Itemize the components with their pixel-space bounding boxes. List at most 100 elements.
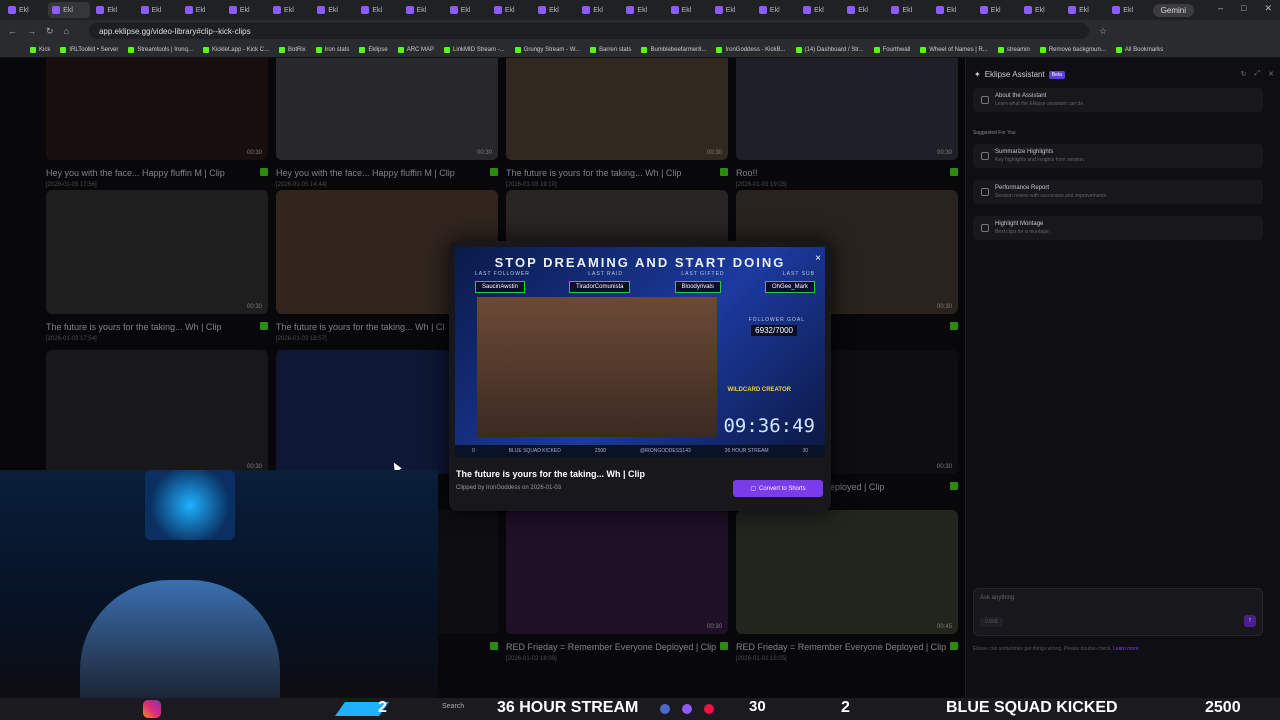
browser-tab[interactable]: Ekl <box>667 2 709 18</box>
bookmark-item[interactable]: IronGoddess - KickB... <box>716 46 786 53</box>
forward-icon[interactable]: → <box>27 26 36 36</box>
bookmark-item[interactable]: streamin <box>997 46 1030 53</box>
gemini-button[interactable]: Gemini <box>1152 3 1194 17</box>
eklipse-icon <box>228 6 237 14</box>
highlight-montage-item[interactable]: Highlight Montage Best clips for a montag… <box>973 216 1263 240</box>
browser-tab[interactable]: Ekl <box>799 2 841 18</box>
bookmark-item[interactable]: (14) Dashboard / Str... <box>795 46 864 53</box>
stream-overlay-bar: 2 Search 36 HOUR STREAM 30 2 BLUE SQUAD … <box>0 698 1280 720</box>
browser-tab[interactable]: Ekl <box>402 2 444 18</box>
bookmark-favicon-icon <box>920 46 927 53</box>
hour-stream-label: 36 HOUR STREAM <box>497 699 639 716</box>
bookmark-favicon-icon <box>278 46 285 53</box>
bookmark-item[interactable]: Grungy Stream - W... <box>514 46 580 53</box>
bookmark-item[interactable]: Fourthwall <box>873 46 910 53</box>
bookmark-favicon-icon <box>997 46 1004 53</box>
bookmark-item[interactable]: Bumblebeefarmer8... <box>641 46 706 53</box>
browser-tab[interactable]: Ekl <box>755 2 797 18</box>
bookmark-item[interactable]: Kick <box>30 46 50 53</box>
home-icon[interactable]: ⌂ <box>64 26 69 36</box>
minimize-icon[interactable]: – <box>1218 3 1223 14</box>
learn-more-link[interactable]: Learn more <box>1113 646 1139 652</box>
performance-report-item[interactable]: Performance Report Session review with su… <box>973 180 1263 204</box>
chrome-icon[interactable] <box>704 704 714 714</box>
close-window-icon[interactable]: ✕ <box>1264 3 1272 14</box>
taskbar-search[interactable]: Search <box>442 703 464 710</box>
webcam-frame <box>477 297 717 437</box>
browser-tab[interactable]: Ekl <box>4 2 46 18</box>
instagram-icon <box>143 700 161 718</box>
bookmark-item[interactable]: Eklipse <box>359 46 388 53</box>
browser-tab[interactable]: Ekl <box>269 2 311 18</box>
follower-goal-label: FOLLOWER GOAL <box>748 317 805 323</box>
browser-tab[interactable]: Ekl <box>711 2 753 18</box>
url-field[interactable]: app.eklipse.gg/video-library#clip--kick-… <box>88 23 1089 39</box>
disclaimer: Eklove can sometimes get things wrong. P… <box>973 646 1139 652</box>
about-assistant-item[interactable]: About the Assistant Learn what the Eklips… <box>973 88 1263 112</box>
model-selector[interactable]: 0.00$ <box>980 617 1003 627</box>
browser-tab[interactable]: Ekl <box>887 2 929 18</box>
browser-tab[interactable]: Ekl <box>313 2 355 18</box>
bookmark-item[interactable]: Barren stats <box>590 46 631 53</box>
browser-tab[interactable]: Ekl <box>976 2 1018 18</box>
convert-to-shorts-button[interactable]: ▢ Convert to Shorts <box>733 480 823 497</box>
eklipse-icon <box>670 6 679 14</box>
bookmark-item[interactable]: Iron stats <box>315 46 349 53</box>
bookmark-favicon-icon <box>30 46 36 53</box>
info-icon <box>981 96 989 104</box>
eklipse-icon <box>1023 6 1032 14</box>
back-icon[interactable]: ← <box>8 26 17 36</box>
browser-tab[interactable]: Ekl <box>181 2 223 18</box>
bookmark-item[interactable]: Wheel of Names | R... <box>920 46 988 53</box>
bookmark-item[interactable]: Streamtools | Ironq... <box>128 46 193 53</box>
browser-tab[interactable]: Ekl <box>446 2 488 18</box>
send-button[interactable]: ↑ <box>1244 615 1256 627</box>
browser-tab[interactable]: Ekl <box>843 2 885 18</box>
shorts-icon: ▢ <box>750 486 756 492</box>
browser-tab[interactable]: Ekl <box>137 2 179 18</box>
browser-tab[interactable]: Ekl <box>1064 2 1106 18</box>
bookmark-item[interactable]: ARC MAP <box>397 46 434 53</box>
browser-tab[interactable]: Ekl <box>48 2 91 18</box>
clip-title: The future is yours for the taking... Wh… <box>456 469 646 479</box>
browser-tab[interactable]: Ekl <box>622 2 664 18</box>
bookmark-item[interactable]: LinkMID Stream -... <box>444 46 505 53</box>
ask-input[interactable]: Ask anything 0.00$ ↑ <box>973 588 1263 636</box>
browser-tab[interactable]: Ekl <box>357 2 399 18</box>
bookmark-favicon-icon <box>397 46 404 53</box>
eklipse-icon <box>317 6 326 14</box>
taskbar-app-icon[interactable] <box>660 704 670 714</box>
eklipse-icon <box>140 6 149 14</box>
browser-tab[interactable]: Ekl <box>490 2 532 18</box>
browser-tab[interactable]: Ekl <box>578 2 620 18</box>
refresh-icon[interactable]: ↻ <box>1241 70 1247 78</box>
browser-tab[interactable]: Ekl <box>932 2 974 18</box>
bookmark-item[interactable]: BotRix <box>278 46 306 53</box>
summarize-highlights-item[interactable]: Summarize Highlights Key highlights and i… <box>973 144 1263 168</box>
taskbar-app-icon[interactable] <box>682 704 692 714</box>
eklipse-icon <box>626 6 635 14</box>
bookmark-favicon-icon <box>641 46 648 53</box>
eklipse-icon <box>847 6 856 14</box>
browser-tab[interactable]: Ekl <box>92 2 134 18</box>
close-modal-button[interactable]: × <box>815 253 821 264</box>
bookmark-item[interactable]: Remove backgroun... <box>1039 46 1106 53</box>
eklipse-icon <box>493 6 502 14</box>
bookmark-item[interactable]: IRLToolkit • Server <box>60 46 118 53</box>
expand-icon[interactable]: ⤢ <box>1255 70 1261 78</box>
bookmark-item[interactable]: All Bookmarks <box>1115 46 1163 53</box>
browser-tab[interactable]: Ekl <box>1020 2 1062 18</box>
browser-tab[interactable]: Ekl <box>225 2 267 18</box>
assistant-title: Eklipse Assistant <box>984 70 1045 79</box>
maximize-icon[interactable]: □ <box>1241 3 1246 14</box>
close-icon[interactable]: ✕ <box>1268 70 1274 78</box>
browser-tab[interactable]: Ekl <box>1108 2 1150 18</box>
clip-video-player[interactable]: STOP DREAMING AND START DOING LAST FOLLO… <box>455 247 825 457</box>
bookmark-favicon-icon <box>128 46 135 53</box>
eklipse-icon <box>1112 6 1121 14</box>
star-icon[interactable]: ☆ <box>1099 26 1107 37</box>
browser-tab[interactable]: Ekl <box>534 2 576 18</box>
bookmark-item[interactable]: Kicklet.app - Kick C... <box>202 46 269 53</box>
suggested-heading: Suggested For You <box>973 130 1016 136</box>
reload-icon[interactable]: ↻ <box>46 26 54 37</box>
